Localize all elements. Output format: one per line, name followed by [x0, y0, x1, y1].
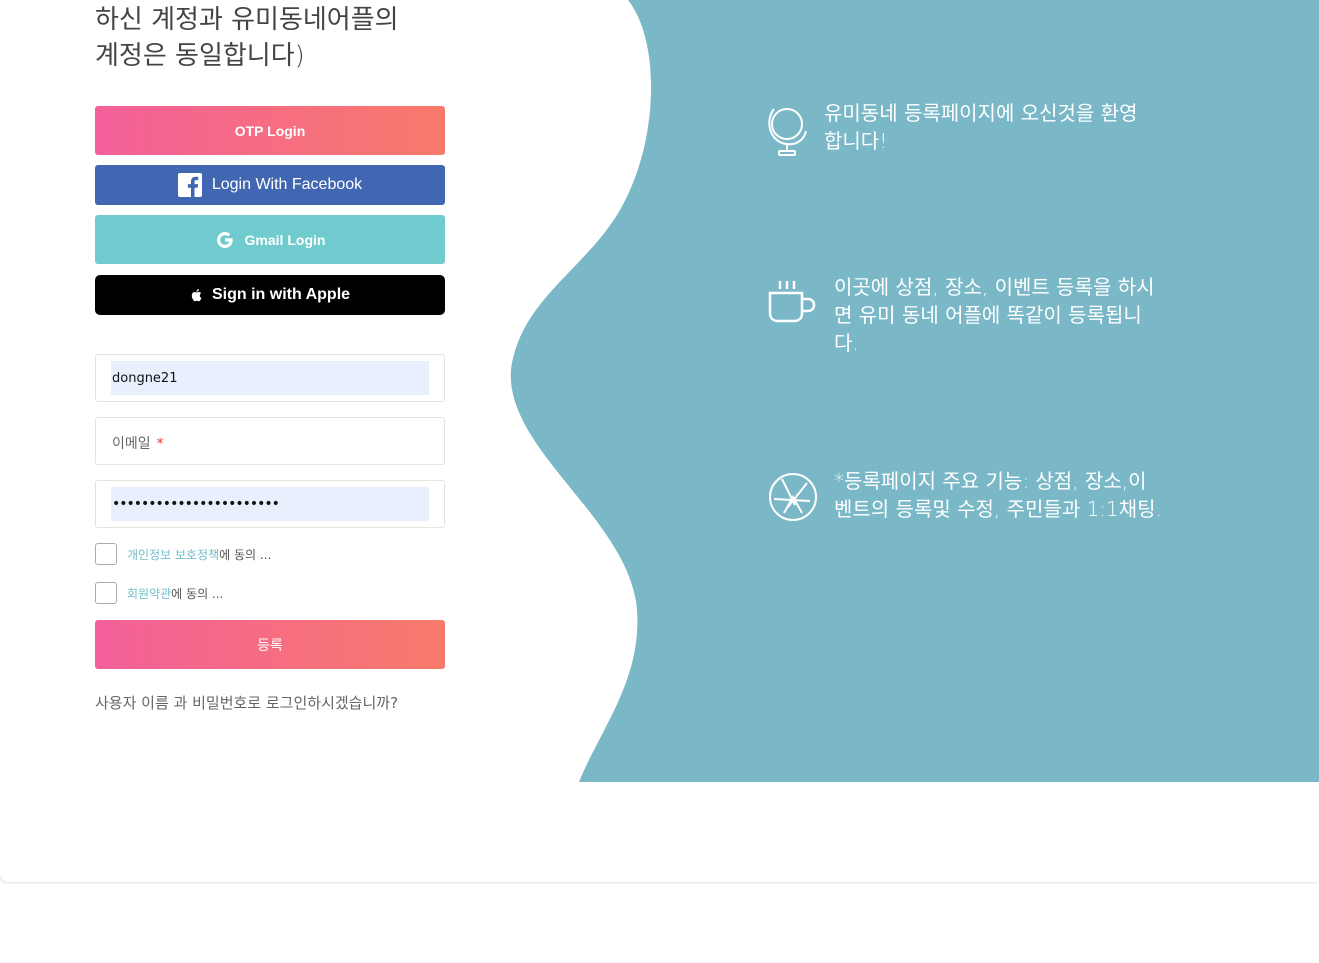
required-mark: *	[156, 436, 164, 452]
privacy-consent-suffix: 에 동의 ...	[219, 547, 272, 562]
google-g-icon	[216, 231, 233, 248]
gmail-login-button[interactable]: Gmail Login	[95, 215, 445, 264]
password-value[interactable]: •••••••••••••••••••••••	[111, 487, 429, 521]
globe-icon	[768, 108, 807, 156]
facebook-icon	[177, 173, 202, 197]
email-placeholder: 이메일 *	[112, 433, 164, 453]
terms-link[interactable]: 회원약관	[127, 585, 171, 602]
aperture-icon	[769, 473, 817, 521]
intro-line-2: 계정은 동일합니다)	[95, 41, 305, 71]
facebook-login-button[interactable]: Login With Facebook	[95, 165, 445, 205]
feature-welcome: 유미동네 등록페이지에 오신것을 환영합니다!	[766, 99, 1156, 157]
login-question-text: 사용자 이름 과 비밀번호로 로그인하시겠습니까?	[95, 694, 399, 712]
email-field[interactable]: 이메일 *	[95, 417, 445, 465]
otp-login-button[interactable]: OTP Login	[95, 106, 445, 155]
registration-card: 하신 계정과 유미동네어플의 계정은 동일합니다) OTP Login Logi…	[0, 0, 1319, 882]
feature-registration: 이곳에 상점, 장소, 이벤트 등록을 하시면 유미 동네 어플에 똑같이 등록…	[766, 273, 1166, 357]
privacy-policy-link[interactable]: 개인정보 보호정책	[127, 546, 219, 563]
intro-text: 하신 계정과 유미동네어플의 계정은 동일합니다)	[95, 2, 475, 74]
terms-checkbox[interactable]	[95, 582, 117, 604]
register-label: 등록	[257, 636, 283, 653]
username-value[interactable]: dongne21	[111, 361, 429, 395]
feature-registration-text: 이곳에 상점, 장소, 이벤트 등록을 하시면 유미 동네 어플에 똑같이 등록…	[834, 275, 1155, 355]
intro-line-1: 하신 계정과 유미동네어플의	[95, 5, 399, 35]
email-placeholder-text: 이메일	[112, 436, 151, 452]
facebook-login-label: Login With Facebook	[211, 176, 363, 193]
privacy-checkbox[interactable]	[95, 543, 117, 565]
terms-consent-suffix: 에 동의 ...	[171, 586, 224, 601]
apple-signin-label: Sign in with Apple	[211, 286, 351, 303]
username-field[interactable]: dongne21	[95, 354, 445, 402]
feature-functions: *등록페이지 주요 기능: 상점, 장소,이벤트의 등록및 수정, 주민들과 1…	[766, 467, 1166, 523]
privacy-consent-row: 개인정보 보호정책 에 동의 ...	[95, 543, 271, 565]
apple-signin-button[interactable]: Sign in with Apple	[95, 275, 445, 315]
apple-logo-icon	[191, 289, 202, 302]
otp-login-label: OTP Login	[234, 122, 306, 139]
password-field[interactable]: •••••••••••••••••••••••	[95, 480, 445, 528]
feature-welcome-text: 유미동네 등록페이지에 오신것을 환영합니다!	[824, 101, 1138, 153]
coffee-cup-icon	[768, 281, 816, 323]
feature-functions-text: *등록페이지 주요 기능: 상점, 장소,이벤트의 등록및 수정, 주민들과 1…	[834, 469, 1162, 521]
terms-consent-row: 회원약관 에 동의 ...	[95, 582, 223, 604]
gmail-login-label: Gmail Login	[244, 231, 326, 248]
register-button[interactable]: 등록	[95, 620, 445, 669]
